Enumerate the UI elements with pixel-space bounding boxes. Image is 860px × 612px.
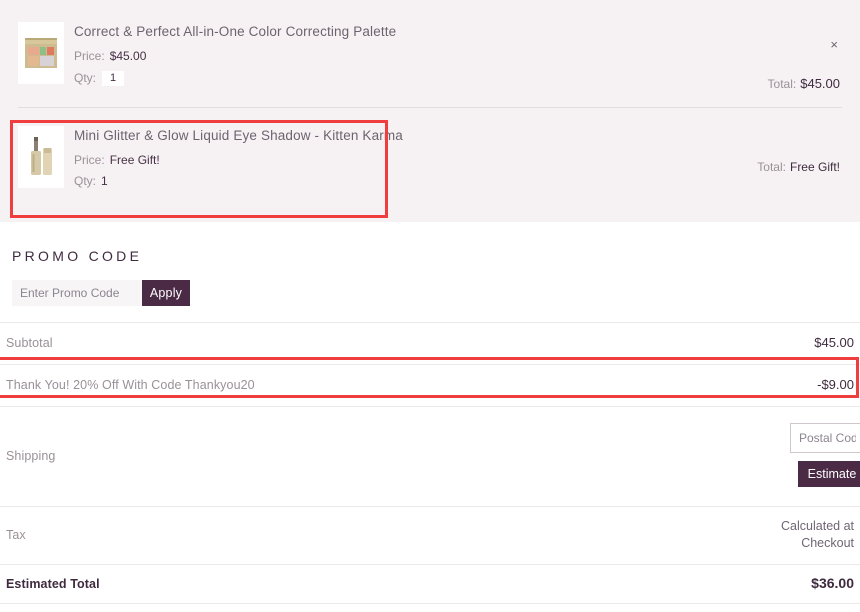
color-correcting-palette-icon: [25, 38, 57, 68]
postal-code-input[interactable]: [790, 422, 860, 453]
price-label: Price:: [74, 49, 105, 64]
summary-row-discount: Thank You! 20% Off With Code Thankyou20 …: [0, 363, 860, 406]
product-details: Mini Glitter & Glow Liquid Eye Shadow - …: [74, 126, 842, 196]
product-title[interactable]: Mini Glitter & Glow Liquid Eye Shadow - …: [74, 128, 842, 144]
summary-row-estimated-total: Estimated Total $36.00: [0, 563, 860, 604]
estimated-total-label: Estimated Total: [6, 576, 100, 591]
tax-value-line-2: Checkout: [801, 536, 854, 551]
item-total-label: Total:: [757, 159, 786, 174]
item-total: Total: $45.00: [768, 76, 840, 91]
item-total: Total: Free Gift!: [757, 160, 840, 174]
estimate-shipping-button[interactable]: Estimate: [798, 460, 860, 487]
promo-code-section: PROMO CODE Apply: [0, 222, 860, 306]
price-value: Free Gift!: [109, 152, 160, 167]
discount-label: Thank You! 20% Off With Code Thankyou20: [6, 378, 255, 393]
order-summary: Subtotal $45.00 Thank You! 20% Off With …: [0, 321, 860, 604]
shipping-estimator: Estimate: [790, 422, 860, 487]
product-price-line: Price: Free Gift!: [74, 153, 842, 167]
product-price-line: Price: $45.00: [74, 49, 842, 63]
tax-value-line-1: Calculated at: [781, 519, 854, 534]
product-title[interactable]: Correct & Perfect All-in-One Color Corre…: [74, 24, 842, 40]
qty-label: Qty:: [74, 174, 97, 189]
subtotal-label: Subtotal: [6, 336, 53, 351]
tax-value: Calculated at Checkout: [781, 518, 854, 552]
item-total-value: Free Gift!: [789, 159, 840, 174]
cart-items-section: Correct & Perfect All-in-One Color Corre…: [0, 0, 860, 222]
product-qty-line: Qty: 1: [74, 174, 842, 188]
estimated-total-value: $36.00: [811, 575, 854, 592]
quantity-input[interactable]: [102, 70, 125, 86]
item-total-value: $45.00: [800, 75, 840, 91]
subtotal-value: $45.00: [814, 335, 854, 351]
promo-code-heading: PROMO CODE: [12, 247, 143, 264]
tax-label: Tax: [6, 528, 26, 543]
promo-code-input[interactable]: [12, 279, 142, 306]
qty-value: 1: [101, 174, 108, 189]
summary-row-subtotal: Subtotal $45.00: [0, 321, 860, 364]
summary-row-tax: Tax Calculated at Checkout: [0, 505, 860, 564]
apply-promo-button[interactable]: Apply: [142, 279, 190, 306]
price-value: $45.00: [109, 49, 147, 64]
product-qty-line: Qty:: [74, 70, 842, 86]
remove-item-icon[interactable]: ×: [830, 38, 838, 51]
shipping-label: Shipping: [6, 449, 56, 464]
cart-item-row: Mini Glitter & Glow Liquid Eye Shadow - …: [0, 108, 860, 222]
summary-row-shipping: Shipping Estimate: [0, 405, 860, 506]
item-total-label: Total:: [767, 76, 797, 91]
product-details: Correct & Perfect All-in-One Color Corre…: [74, 22, 842, 93]
price-label: Price:: [74, 152, 105, 167]
promo-code-form: Apply: [6, 264, 854, 306]
discount-value: -$9.00: [817, 377, 854, 393]
qty-label: Qty:: [74, 70, 97, 85]
product-thumbnail[interactable]: [18, 22, 64, 84]
product-thumbnail[interactable]: [18, 125, 64, 188]
liquid-eye-shadow-icon: [31, 136, 52, 175]
cart-item-row: Correct & Perfect All-in-One Color Corre…: [0, 0, 860, 107]
